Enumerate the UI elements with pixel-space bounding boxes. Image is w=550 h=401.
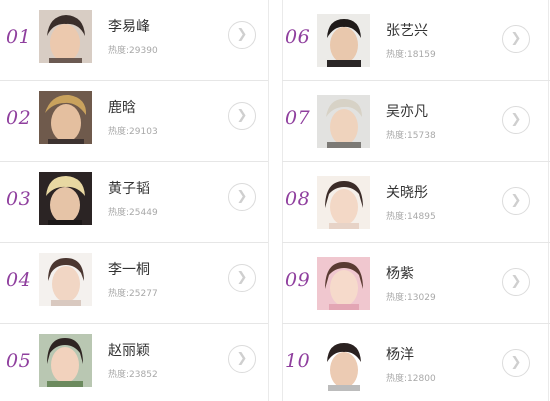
heat-value: 热度:12800 (386, 374, 436, 384)
ranking-row[interactable]: 01 李易峰 热度:29390 ❯ (0, 0, 268, 81)
ranking-row[interactable]: 04 李一桐 热度:25277 ❯ (0, 243, 268, 324)
rank-number: 05 (6, 350, 32, 372)
ranking-row[interactable]: 03 黄子韬 热度:25449 ❯ (0, 162, 268, 243)
chevron-right-icon[interactable]: ❯ (502, 268, 530, 296)
heat-value: 热度:29103 (108, 127, 158, 137)
rank-number: 07 (285, 107, 311, 129)
chevron-right-icon[interactable]: ❯ (502, 349, 530, 377)
heat-value: 热度:25277 (108, 289, 158, 299)
avatar[interactable] (39, 91, 92, 144)
celebrity-name[interactable]: 鹿晗 (108, 97, 136, 117)
rank-number: 01 (6, 26, 32, 48)
heat-value: 热度:13029 (386, 293, 436, 303)
rank-number: 09 (285, 269, 311, 291)
chevron-right-icon[interactable]: ❯ (228, 21, 256, 49)
ranking-row[interactable]: 02 鹿晗 热度:29103 ❯ (0, 81, 268, 162)
chevron-right-icon[interactable]: ❯ (228, 264, 256, 292)
avatar[interactable] (317, 14, 370, 67)
chevron-right-icon[interactable]: ❯ (228, 345, 256, 373)
rank-number: 03 (6, 188, 32, 210)
ranking-row[interactable]: 07 吴亦凡 热度:15738 ❯ (282, 81, 550, 162)
ranking-row[interactable]: 08 关晓彤 热度:14895 ❯ (282, 162, 550, 243)
ranking-row[interactable]: 06 张艺兴 热度:18159 ❯ (282, 0, 550, 81)
ranking-row[interactable]: 05 赵丽颖 热度:23852 ❯ (0, 324, 268, 401)
rank-number: 08 (285, 188, 311, 210)
celebrity-name[interactable]: 杨紫 (386, 263, 414, 283)
celebrity-name[interactable]: 李易峰 (108, 16, 150, 36)
celebrity-name[interactable]: 黄子韬 (108, 178, 150, 198)
heat-value: 热度:23852 (108, 370, 158, 380)
celebrity-name[interactable]: 赵丽颖 (108, 340, 150, 360)
chevron-right-icon[interactable]: ❯ (502, 187, 530, 215)
avatar[interactable] (317, 257, 370, 310)
avatar[interactable] (39, 334, 92, 387)
heat-value: 热度:18159 (386, 50, 436, 60)
popularity-ranking-board: 01 李易峰 热度:29390 ❯ 02 鹿晗 热度:29103 ❯ 03 黄子… (0, 0, 550, 401)
ranking-column-left: 01 李易峰 热度:29390 ❯ 02 鹿晗 热度:29103 ❯ 03 黄子… (0, 0, 268, 401)
column-divider (268, 0, 269, 401)
heat-value: 热度:15738 (386, 131, 436, 141)
rank-number: 04 (6, 269, 32, 291)
rank-number: 06 (285, 26, 311, 48)
heat-value: 热度:14895 (386, 212, 436, 222)
chevron-right-icon[interactable]: ❯ (228, 183, 256, 211)
avatar[interactable] (317, 95, 370, 148)
rank-number: 02 (6, 107, 32, 129)
chevron-right-icon[interactable]: ❯ (228, 102, 256, 130)
celebrity-name[interactable]: 张艺兴 (386, 20, 428, 40)
chevron-right-icon[interactable]: ❯ (502, 106, 530, 134)
celebrity-name[interactable]: 关晓彤 (386, 182, 428, 202)
avatar[interactable] (317, 338, 370, 391)
avatar[interactable] (39, 172, 92, 225)
heat-value: 热度:29390 (108, 46, 158, 56)
rank-number: 10 (285, 350, 311, 372)
celebrity-name[interactable]: 吴亦凡 (386, 101, 428, 121)
celebrity-name[interactable]: 杨洋 (386, 344, 414, 364)
heat-value: 热度:25449 (108, 208, 158, 218)
avatar[interactable] (39, 10, 92, 63)
chevron-right-icon[interactable]: ❯ (502, 25, 530, 53)
celebrity-name[interactable]: 李一桐 (108, 259, 150, 279)
ranking-row[interactable]: 09 杨紫 热度:13029 ❯ (282, 243, 550, 324)
avatar[interactable] (317, 176, 370, 229)
avatar[interactable] (39, 253, 92, 306)
ranking-column-right: 06 张艺兴 热度:18159 ❯ 07 吴亦凡 热度:15738 ❯ 08 关… (282, 0, 550, 401)
ranking-row[interactable]: 10 杨洋 热度:12800 ❯ (282, 324, 550, 401)
